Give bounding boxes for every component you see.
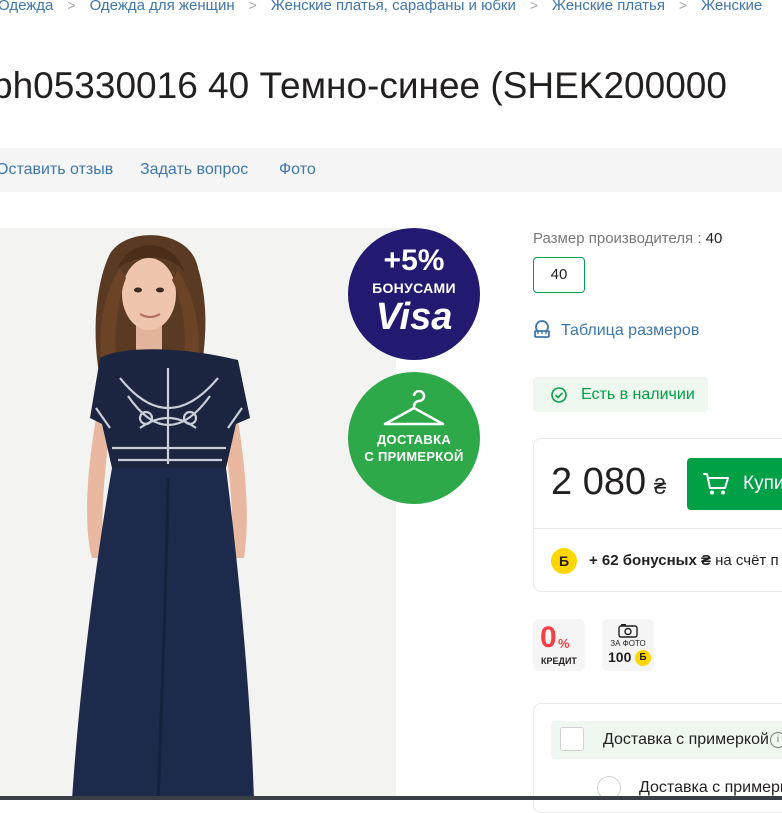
photo-bonus-amount: 100	[608, 649, 632, 665]
tab-ask-question[interactable]: Задать вопрос	[140, 161, 248, 179]
currency-symbol: ₴	[654, 474, 667, 499]
in-stock-status: Есть в наличии	[533, 377, 708, 412]
delivery-badge-line2: С ПРИМЕРКОЙ	[364, 449, 464, 464]
bonus-note: на счёт п	[715, 551, 779, 569]
credit-zero: 0	[540, 621, 557, 654]
tab-leave-review[interactable]: Оставить отзыв	[0, 161, 113, 179]
chevron-right-icon: >	[67, 0, 76, 13]
chevron-right-icon: >	[529, 0, 539, 13]
size-table-label: Таблица размеров	[561, 322, 700, 339]
size-table-link[interactable]: Таблица размеров	[533, 320, 699, 340]
info-icon[interactable]: i	[770, 732, 782, 748]
photo-bonus-caption: ЗА ФОТО	[610, 639, 646, 648]
bonus-amount: + 62 бонусных ₴	[589, 551, 711, 569]
check-circle-icon	[551, 387, 567, 403]
bottom-edge-bar	[0, 796, 782, 800]
bonus-info: Б + 62 бонусных ₴ на счёт п	[551, 548, 779, 574]
camera-icon	[618, 624, 638, 638]
price-card-divider	[534, 528, 782, 529]
product-photo[interactable]	[0, 228, 396, 800]
hanger-icon	[383, 390, 445, 426]
page-title: bh05330016 40 Темно-синее (SHEK200000	[0, 64, 727, 106]
product-tabs: Оставить отзыв Задать вопрос Фото	[0, 148, 782, 192]
photo-bonus-coin-icon: Б	[635, 650, 651, 666]
delivery-fitting-radio-label[interactable]: Доставка с примерк	[639, 779, 782, 797]
bonus-coin-icon: Б	[551, 548, 577, 574]
manufacturer-size-label: Размер производителя : 40	[533, 230, 723, 247]
visa-bonus-label: БОНУСАМИ	[372, 280, 456, 296]
buy-button[interactable]: Купи	[687, 458, 782, 510]
dress-model-illustration	[0, 228, 396, 800]
in-stock-label: Есть в наличии	[581, 386, 695, 403]
size-value: 40	[705, 230, 723, 247]
visa-logo: Visa	[375, 296, 453, 338]
breadcrumb-link-dresses-skirts[interactable]: Женские платья, сарафаны и юбки	[271, 0, 516, 14]
credit-caption: КРЕДИТ	[541, 656, 577, 666]
size-option-chip[interactable]: 40	[533, 257, 585, 293]
delivery-fitting-badge: ДОСТАВКА С ПРИМЕРКОЙ	[348, 372, 480, 504]
breadcrumb-link-women-dresses[interactable]: Женские платья	[552, 0, 665, 14]
breadcrumb: Одежда > Одежда для женщин > Женские платья,…	[0, 0, 762, 19]
credit-promo-tile[interactable]: 0 % КРЕДИТ	[533, 619, 585, 671]
visa-bonus-badge: +5% БОНУСАМИ Visa	[348, 228, 480, 360]
cart-icon	[703, 473, 729, 495]
tab-photo[interactable]: Фото	[279, 161, 316, 179]
delivery-badge-line1: ДОСТАВКА	[376, 432, 452, 447]
product-price: 2 080	[551, 461, 647, 503]
delivery-fitting-label[interactable]: Доставка с примеркой	[603, 731, 769, 749]
visa-bonus-percent: +5%	[383, 244, 445, 277]
credit-percent: %	[558, 636, 570, 651]
photo-bonus-tile[interactable]: ЗА ФОТО 100 Б	[602, 619, 654, 671]
buy-button-label: Купи	[743, 473, 782, 494]
breadcrumb-link-women-clothing[interactable]: Одежда для женщин	[90, 0, 235, 14]
chevron-right-icon: >	[248, 0, 257, 13]
breadcrumb-link-women-truncated[interactable]: Женские	[701, 0, 762, 14]
size-chart-icon	[534, 320, 550, 338]
chevron-right-icon: >	[679, 0, 688, 13]
delivery-fitting-checkbox[interactable]	[560, 727, 584, 751]
size-label-text: Размер производителя	[533, 230, 694, 247]
breadcrumb-link-clothing[interactable]: Одежда	[0, 0, 53, 14]
